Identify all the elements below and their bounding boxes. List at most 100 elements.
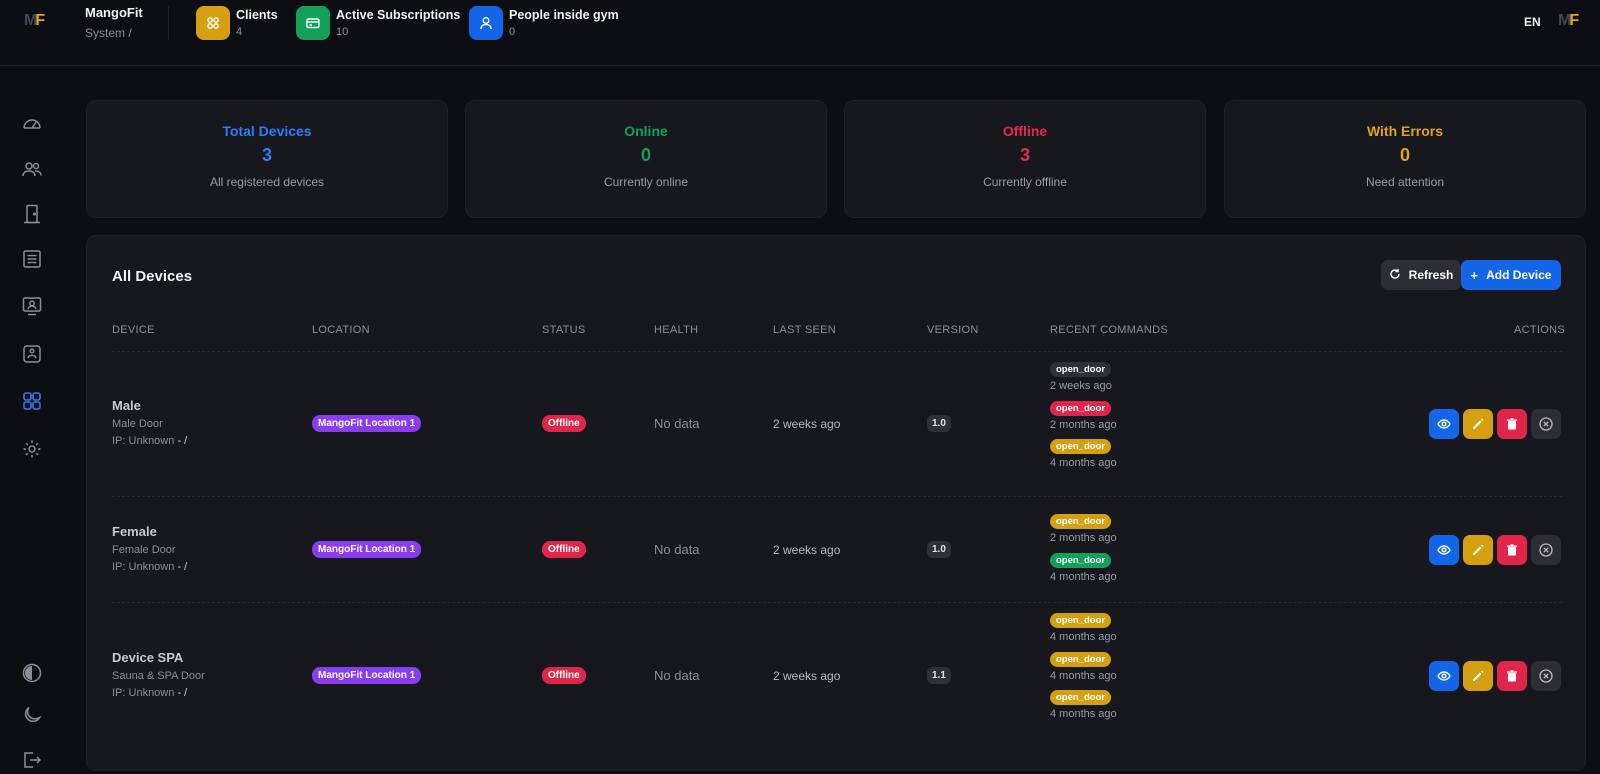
row-divider bbox=[112, 496, 1562, 497]
location-cell: MangoFit Location 1 bbox=[312, 541, 422, 558]
command-time: 2 weeks ago bbox=[1050, 380, 1112, 392]
recent-commands-cell: open_door 2 months ago open_door 4 month… bbox=[1050, 513, 1117, 590]
delete-button[interactable] bbox=[1497, 409, 1527, 439]
command-time: 2 months ago bbox=[1050, 532, 1117, 544]
header-divider bbox=[168, 6, 169, 40]
refresh-label: Refresh bbox=[1408, 268, 1454, 282]
chip-count: 10 bbox=[336, 26, 349, 38]
chip-count: 0 bbox=[509, 26, 516, 38]
moon-icon[interactable] bbox=[20, 703, 44, 727]
card-icon bbox=[296, 6, 330, 40]
column-header-recent-commands: RECENT COMMANDS bbox=[1050, 324, 1168, 336]
edit-button[interactable] bbox=[1463, 409, 1493, 439]
breadcrumb[interactable]: System / bbox=[85, 26, 143, 40]
device-name: Male bbox=[112, 398, 141, 413]
eye-icon bbox=[1437, 545, 1451, 555]
users-icon[interactable] bbox=[20, 157, 44, 181]
stat-title: With Errors bbox=[1366, 123, 1444, 139]
delete-button[interactable] bbox=[1497, 535, 1527, 565]
brand: MangoFit System / bbox=[85, 5, 143, 40]
logout-icon[interactable] bbox=[20, 748, 44, 772]
stat-value: 0 bbox=[640, 145, 651, 165]
top-bar: MF MangoFit System / Clients 4 Active Su… bbox=[0, 0, 1600, 66]
add-device-button[interactable]: + Add Device bbox=[1461, 260, 1561, 290]
door-icon[interactable] bbox=[20, 202, 44, 226]
stat-title: Total Devices bbox=[222, 123, 312, 139]
location-cell: MangoFit Location 1 bbox=[312, 667, 422, 684]
header-chip-people-inside-gym[interactable]: People inside gym 0 bbox=[469, 6, 619, 40]
devices-grid-icon[interactable] bbox=[20, 389, 44, 413]
eye-icon bbox=[1437, 671, 1451, 681]
gear-icon[interactable] bbox=[20, 437, 44, 461]
view-button[interactable] bbox=[1429, 409, 1459, 439]
version-cell: 1.1 bbox=[927, 667, 951, 684]
device-cell: Male Male Door IP: Unknown - / bbox=[112, 398, 187, 447]
refresh-button[interactable]: Refresh bbox=[1381, 260, 1461, 290]
brand-logo[interactable]: MF bbox=[24, 12, 46, 34]
last-seen-value: 2 weeks ago bbox=[773, 543, 841, 557]
column-header-location: LOCATION bbox=[312, 324, 370, 336]
actions-cell bbox=[1429, 661, 1561, 691]
language-switcher[interactable]: EN bbox=[1524, 15, 1541, 29]
column-header-last-seen: LAST SEEN bbox=[773, 324, 837, 336]
refresh-icon bbox=[1389, 268, 1401, 283]
chip-label: People inside gym bbox=[509, 8, 619, 22]
plus-icon: + bbox=[1470, 267, 1479, 283]
disable-button[interactable] bbox=[1531, 535, 1561, 565]
panel-title: All Devices bbox=[112, 268, 193, 285]
edit-button[interactable] bbox=[1463, 661, 1493, 691]
view-button[interactable] bbox=[1429, 535, 1459, 565]
delete-button[interactable] bbox=[1497, 661, 1527, 691]
stat-value: 0 bbox=[1399, 145, 1410, 165]
row-divider bbox=[112, 602, 1562, 603]
pencil-icon bbox=[1473, 544, 1484, 555]
device-ip: IP: Unknown - / bbox=[112, 561, 187, 573]
command-time: 4 months ago bbox=[1050, 669, 1117, 682]
contrast-icon[interactable] bbox=[20, 661, 44, 685]
edit-button[interactable] bbox=[1463, 535, 1493, 565]
command-badge: open_door bbox=[1050, 651, 1112, 667]
command-badge: open_door bbox=[1050, 690, 1112, 705]
disable-button[interactable] bbox=[1531, 661, 1561, 691]
device-ip: IP: Unknown - / bbox=[112, 687, 205, 699]
command-item: open_door 4 months ago bbox=[1050, 689, 1117, 728]
stat-title: Online bbox=[624, 123, 668, 139]
header-chip-active-subscriptions[interactable]: Active Subscriptions 10 bbox=[296, 6, 460, 40]
list-icon[interactable] bbox=[20, 247, 44, 271]
command-time: 4 months ago bbox=[1050, 631, 1117, 643]
command-time: 4 months ago bbox=[1050, 708, 1117, 720]
status-badge: Offline bbox=[542, 415, 586, 432]
stat-subtitle: Currently online bbox=[603, 175, 689, 189]
header-chip-clients[interactable]: Clients 4 bbox=[196, 6, 278, 40]
disable-button[interactable] bbox=[1531, 409, 1561, 439]
user-avatar[interactable]: MF bbox=[1558, 12, 1580, 34]
device-ip-label: IP: Unknown bbox=[112, 561, 175, 573]
stat-value: 3 bbox=[1019, 145, 1030, 165]
device-ip-suffix: - / bbox=[177, 687, 188, 699]
command-badge: open_door bbox=[1050, 439, 1112, 454]
recent-commands-cell: open_door 4 months ago open_door 4 month… bbox=[1050, 612, 1117, 728]
version-badge: 1.0 bbox=[927, 415, 951, 432]
stat-subtitle: All registered devices bbox=[209, 175, 325, 189]
view-button[interactable] bbox=[1429, 661, 1459, 691]
device-ip-suffix: - / bbox=[177, 435, 188, 447]
circle-x-icon bbox=[1539, 543, 1553, 557]
chip-label: Clients bbox=[236, 8, 278, 22]
devices-panel: All Devices Refresh + Add Device DEVICE … bbox=[86, 235, 1586, 771]
last-seen-value: 2 weeks ago bbox=[773, 417, 841, 431]
circle-x-icon bbox=[1539, 669, 1553, 683]
command-time: 4 months ago bbox=[1050, 457, 1117, 469]
command-badge: open_door bbox=[1050, 400, 1112, 416]
trash-icon bbox=[1507, 670, 1517, 682]
location-badge: MangoFit Location 1 bbox=[312, 541, 422, 558]
stat-subtitle: Need attention bbox=[1365, 175, 1445, 189]
stat-subtitle: Currently offline bbox=[983, 175, 1067, 189]
command-item: open_door 4 months ago bbox=[1050, 438, 1117, 477]
command-time: 2 months ago bbox=[1050, 418, 1117, 431]
device-cell: Device SPA Sauna & SPA Door IP: Unknown … bbox=[112, 650, 205, 699]
dashboard-icon[interactable] bbox=[20, 112, 44, 136]
health-value: No data bbox=[654, 542, 700, 557]
badge-icon[interactable] bbox=[20, 342, 44, 366]
monitor-user-icon[interactable] bbox=[20, 294, 44, 318]
status-badge: Offline bbox=[542, 667, 586, 684]
